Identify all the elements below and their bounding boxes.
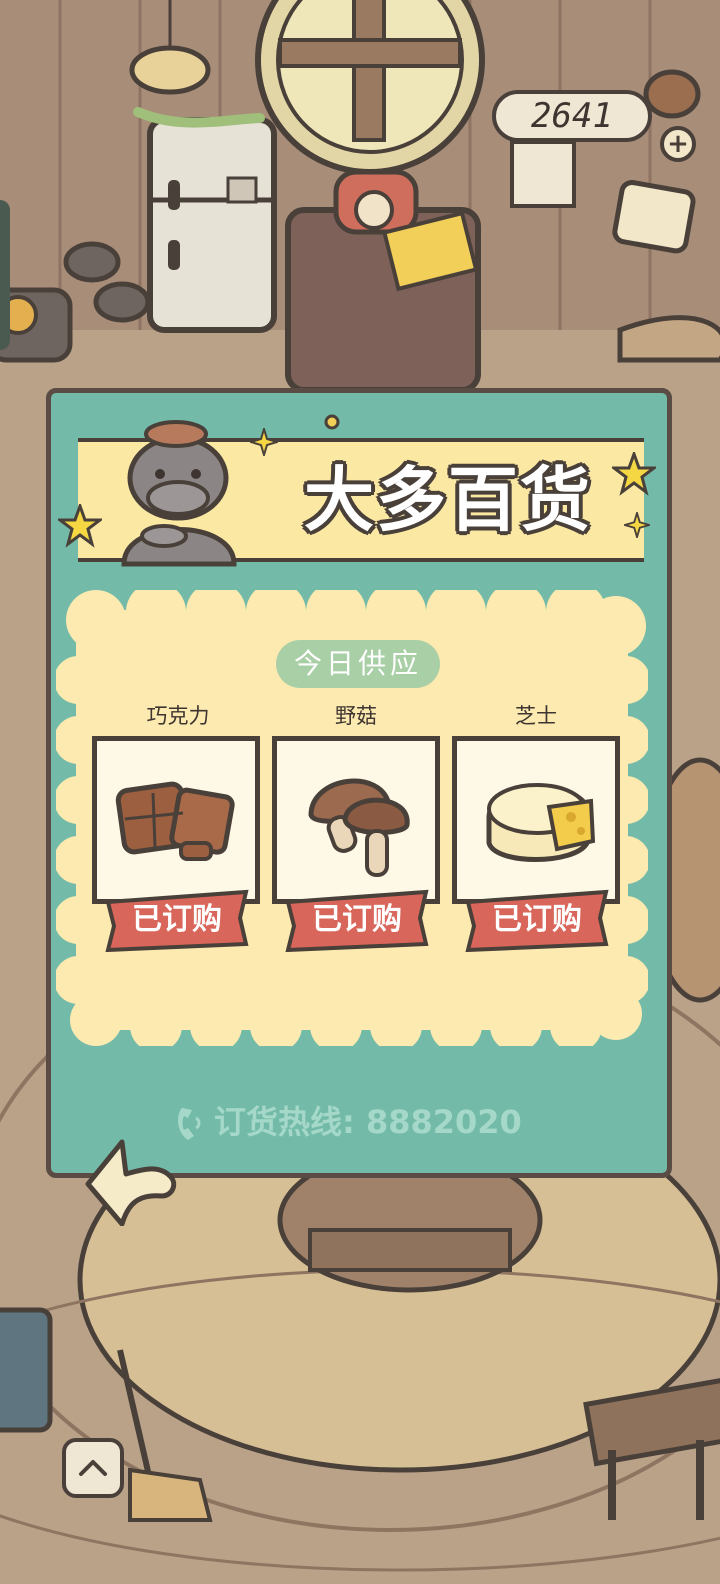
chocolate-icon <box>115 781 235 861</box>
ordered-ribbon-cheese: 已订购 <box>464 888 610 952</box>
ordered-label: 已订购 <box>312 902 402 937</box>
ordered-label: 已订购 <box>132 902 222 937</box>
back-arrow-icon[interactable] <box>82 1134 182 1226</box>
expand-menu-button[interactable] <box>62 1438 124 1498</box>
star-icon <box>58 504 102 548</box>
order-hotline: 订货热线: 8882020 <box>214 1103 522 1141</box>
item-name-chocolate: 巧克力 <box>146 704 210 728</box>
coin-counter: 2641 <box>492 90 652 142</box>
hippo-mascot-icon <box>121 420 237 567</box>
ordered-ribbon-chocolate: 已订购 <box>104 888 250 952</box>
item-name-cheese: 芝士 <box>515 704 557 728</box>
panel-rivet-icon <box>324 414 340 430</box>
ordered-ribbon-mushroom: 已订购 <box>284 888 430 952</box>
item-card-mushroom[interactable] <box>272 736 440 904</box>
chevron-up-icon <box>79 1460 107 1476</box>
mushroom-icon <box>308 778 410 877</box>
shop-title: 大多百货 <box>304 459 592 541</box>
item-card-chocolate[interactable] <box>92 736 260 904</box>
add-coins-button[interactable]: + <box>660 126 696 162</box>
ordered-label: 已订购 <box>492 902 582 937</box>
item-name-mushroom: 野菇 <box>335 704 377 728</box>
cheese-icon <box>486 783 596 862</box>
today-supply-label: 今日供应 <box>276 640 440 688</box>
item-card-cheese[interactable] <box>452 736 620 904</box>
